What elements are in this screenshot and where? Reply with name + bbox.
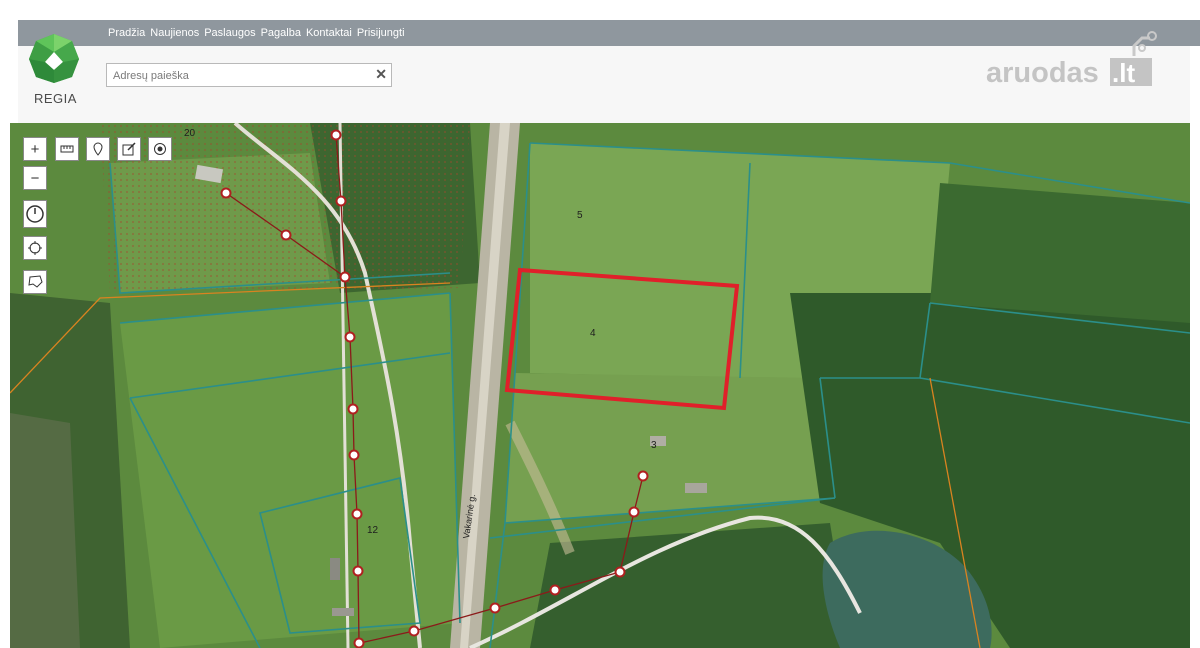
nav-login[interactable]: Prisijungti <box>357 27 405 39</box>
regia-logo-icon[interactable] <box>28 32 80 84</box>
parcel-label-12: 12 <box>367 525 379 536</box>
main-nav: Pradžia Naujienos Paslaugos Pagalba Kont… <box>108 27 405 39</box>
close-icon[interactable]: ✕ <box>375 66 387 83</box>
lasso-icon[interactable] <box>23 270 47 294</box>
parcel-label-20: 20 <box>184 128 196 139</box>
brand-suffix: .lt <box>1112 58 1135 88</box>
ruler-icon[interactable] <box>55 137 79 161</box>
nav-news[interactable]: Naujienos <box>150 27 199 39</box>
orthophoto-map[interactable]: 20 5 4 3 12 Vakarinė g. <box>10 123 1190 648</box>
parcel-label-3: 3 <box>651 440 657 451</box>
history-icon[interactable] <box>23 200 47 228</box>
marker-icon[interactable] <box>86 137 110 161</box>
zoom-in-button[interactable]: + <box>23 137 47 161</box>
search-input[interactable] <box>111 67 365 85</box>
nav-home[interactable]: Pradžia <box>108 27 145 39</box>
nav-contacts[interactable]: Kontaktai <box>306 27 352 39</box>
nav-help[interactable]: Pagalba <box>261 27 301 39</box>
brand-text: aruodas <box>986 57 1099 88</box>
parcel-label-4: 4 <box>590 328 596 339</box>
address-search[interactable]: ✕ <box>106 63 392 87</box>
target-icon[interactable] <box>148 137 172 161</box>
aruodas-logo: aruodas .lt <box>986 31 1157 88</box>
zoom-out-button[interactable]: − <box>23 166 47 190</box>
map-view[interactable]: 20 5 4 3 12 Vakarinė g. + − <box>10 123 1190 648</box>
locate-icon[interactable] <box>23 236 47 260</box>
nav-services[interactable]: Paslaugos <box>204 27 255 39</box>
parcel-label-5: 5 <box>577 210 583 221</box>
edit-icon[interactable] <box>117 137 141 161</box>
logo-text: REGIA <box>34 91 77 106</box>
